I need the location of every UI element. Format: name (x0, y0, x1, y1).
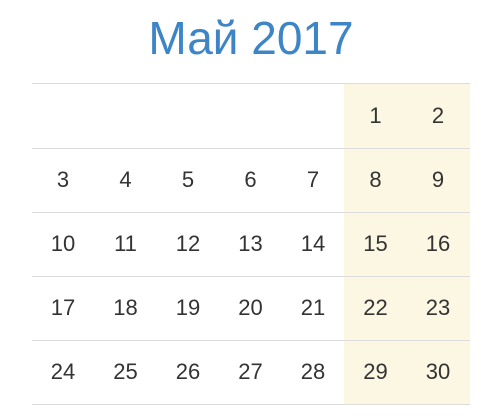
day-cell: 16 (425, 231, 451, 256)
day-cell: 14 (300, 231, 326, 256)
day-cell: 12 (175, 231, 201, 256)
day-cell: 11 (114, 231, 137, 256)
day-cell: 5 (181, 167, 195, 192)
week-row: 10 11 12 13 14 15 16 (32, 212, 470, 277)
empty-day-cell (95, 84, 157, 148)
week-row: 24 25 26 27 28 29 30 (32, 340, 470, 405)
day-cell: 9 (431, 167, 445, 192)
empty-day-cell (220, 84, 282, 148)
day-cell: 6 (244, 167, 257, 192)
day-cell: 4 (119, 167, 132, 192)
day-cell: 21 (300, 295, 326, 320)
day-cell: 7 (306, 167, 320, 192)
day-cell: 17 (50, 295, 76, 320)
day-cell: 15 (363, 231, 388, 256)
day-cell: 2 (431, 103, 445, 128)
day-cell: 24 (50, 359, 76, 384)
week-row: 3 4 5 6 7 8 9 (32, 148, 470, 213)
day-cell: 3 (56, 167, 70, 192)
day-cell: 26 (175, 359, 201, 384)
day-cell: 1 (369, 103, 382, 128)
empty-day-cell (282, 84, 344, 148)
day-cell: 30 (425, 359, 451, 384)
week-row: 17 18 19 20 21 22 23 (32, 276, 470, 341)
day-cell: 25 (113, 359, 138, 384)
calendar-grid: 1 2 3 4 5 6 7 8 9 10 11 12 13 14 15 16 17 18 19 20 21 22 23 24 2… (32, 83, 470, 405)
empty-day-cell (32, 84, 94, 148)
day-cell: 20 (238, 295, 263, 320)
day-cell: 13 (238, 231, 263, 256)
day-cell: 27 (238, 359, 263, 384)
day-cell: 8 (369, 167, 382, 192)
day-cell: 10 (50, 231, 76, 256)
month-title: Май 2017 (148, 12, 354, 64)
day-cell: 18 (113, 295, 138, 320)
week-row: 12 (32, 84, 470, 149)
day-cell: 28 (300, 359, 326, 384)
day-cell: 19 (175, 295, 201, 320)
day-cell: 22 (363, 295, 388, 320)
day-cell: 29 (363, 359, 388, 384)
empty-day-cell (157, 84, 219, 148)
day-cell: 23 (425, 295, 451, 320)
